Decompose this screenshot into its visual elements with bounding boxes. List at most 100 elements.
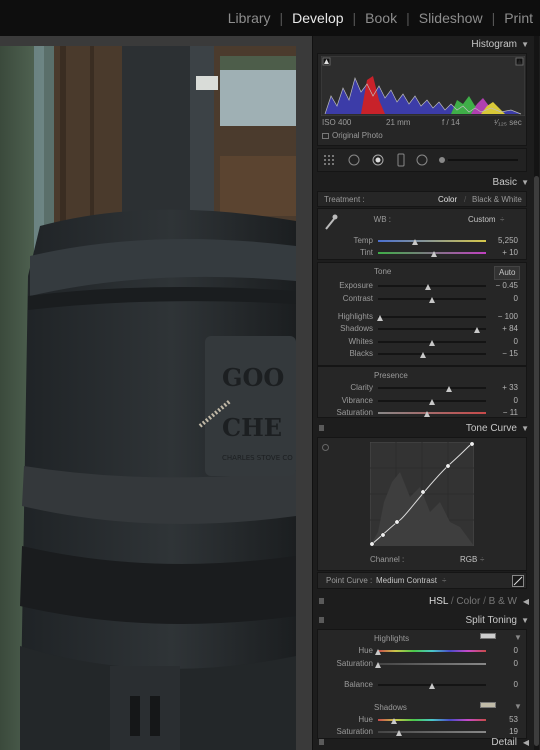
slider-value[interactable]: 0 [488, 396, 518, 406]
shadows-menu-triangle-icon[interactable]: ▼ [514, 702, 522, 712]
exif-aperture: f / 14 [442, 118, 460, 127]
highlights-menu-triangle-icon[interactable]: ▼ [514, 633, 522, 643]
slider-label: Exposure [339, 281, 373, 290]
slider-value[interactable]: 0 [488, 337, 518, 347]
red-eye-tool[interactable] [377, 152, 397, 168]
module-separator: | [491, 10, 496, 26]
slider-value[interactable]: + 10 [488, 248, 518, 258]
module-picker: Library | Develop | Book | Slideshow | P… [227, 10, 534, 26]
module-develop[interactable]: Develop [291, 10, 344, 26]
slider-value[interactable]: + 33 [488, 383, 518, 393]
highlights-color-swatch[interactable] [480, 633, 496, 639]
slider-track[interactable] [378, 316, 486, 318]
slider-handle[interactable] [446, 386, 453, 392]
slider-track[interactable] [378, 328, 486, 330]
hsl-separator: / [450, 596, 454, 607]
radial-filter-tool[interactable] [421, 152, 441, 168]
slider-track[interactable] [378, 650, 486, 652]
hsl-header[interactable]: HSL / Color / B & W ◀ [317, 593, 531, 610]
presence-label: Presence [374, 371, 408, 380]
slider-handle[interactable] [411, 239, 418, 245]
slider-label: Clarity [350, 383, 373, 392]
slider-track[interactable] [378, 353, 486, 355]
slider-handle[interactable] [391, 718, 398, 724]
slider-handle[interactable] [429, 340, 435, 346]
slider-track[interactable] [378, 387, 486, 389]
channel-dropdown[interactable]: RGB [460, 555, 477, 565]
slider-handle[interactable] [431, 251, 438, 257]
module-print[interactable]: Print [503, 10, 534, 26]
slider-label: Temp [353, 236, 373, 245]
slider-track[interactable] [378, 412, 486, 414]
slider-handle[interactable] [429, 399, 435, 405]
collapse-triangle-icon[interactable]: ▼ [521, 174, 529, 191]
tone-curve-header[interactable]: Tone Curve ▼ [317, 420, 531, 437]
slider-handle[interactable] [429, 683, 435, 689]
slider-handle[interactable] [420, 352, 427, 358]
photo-preview[interactable]: GOO CHE CHARLES STOVE CO [0, 46, 296, 750]
shadows-color-swatch[interactable] [480, 702, 496, 708]
collapse-triangle-icon[interactable]: ▼ [521, 36, 529, 53]
clarity-slider-row: Clarity + 33 [318, 383, 528, 395]
treatment-color-button[interactable]: Color [438, 195, 457, 205]
slider-value[interactable]: − 11 [488, 408, 518, 418]
module-slideshow[interactable]: Slideshow [418, 10, 484, 26]
point-curve-dropdown[interactable]: Medium Contrast [376, 576, 437, 586]
tone-curve-graph[interactable] [370, 442, 474, 546]
tone-curve-section: Channel : RGB ÷ [317, 437, 527, 571]
module-library[interactable]: Library [227, 10, 272, 26]
slider-value[interactable]: 0 [488, 646, 518, 656]
color-tab[interactable]: Color [456, 596, 480, 607]
slider-track[interactable] [378, 731, 486, 733]
slider-handle[interactable] [377, 315, 384, 321]
slider-track[interactable] [378, 240, 486, 242]
panel-scrollbar-thumb[interactable] [534, 176, 539, 746]
panel-switch-icon[interactable] [319, 425, 324, 431]
treatment-label: Treatment : [324, 195, 365, 204]
slider-handle[interactable] [375, 662, 381, 668]
panel-switch-icon[interactable] [319, 739, 324, 745]
basic-header[interactable]: Basic ▼ [317, 174, 531, 191]
bw-tab[interactable]: B & W [489, 596, 517, 607]
highlights-slider-row: Highlights − 100 [318, 312, 528, 324]
slider-value[interactable]: 0 [488, 294, 518, 304]
graduated-filter-tool[interactable] [399, 152, 417, 168]
slider-value[interactable]: 5,250 [488, 236, 518, 246]
slider-value[interactable]: 0 [488, 659, 518, 669]
slider-value[interactable]: − 15 [488, 349, 518, 359]
collapse-triangle-icon[interactable]: ▼ [521, 612, 529, 629]
slider-handle[interactable] [429, 297, 435, 303]
image-canvas[interactable]: GOO CHE CHARLES STOVE CO [0, 36, 312, 750]
auto-tone-button[interactable]: Auto [494, 266, 521, 280]
expand-triangle-icon[interactable]: ◀ [523, 593, 529, 610]
slider-value[interactable]: 0 [488, 680, 518, 690]
slider-track[interactable] [378, 663, 486, 665]
treatment-bw-button[interactable]: Black & White [472, 195, 522, 205]
slider-value[interactable]: 53 [488, 715, 518, 725]
split-toning-header[interactable]: Split Toning ▼ [317, 612, 531, 629]
slider-value[interactable]: + 84 [488, 324, 518, 334]
slider-value[interactable]: − 0.45 [488, 281, 518, 291]
expand-triangle-icon[interactable]: ◀ [523, 734, 529, 750]
targeted-adjustment-icon[interactable] [322, 444, 329, 451]
adjustment-brush-tool[interactable] [443, 152, 523, 168]
wb-dropdown[interactable]: Custom [468, 215, 496, 225]
module-book[interactable]: Book [364, 10, 398, 26]
slider-handle[interactable] [423, 411, 430, 417]
point-curve-edit-icon[interactable] [512, 575, 524, 587]
slider-handle[interactable] [474, 327, 481, 333]
crop-overlay-tool[interactable] [329, 152, 351, 168]
histogram-header[interactable]: Histogram ▼ [317, 36, 531, 53]
hsl-tab[interactable]: HSL [429, 596, 448, 607]
slider-track[interactable] [378, 285, 486, 287]
slider-handle[interactable] [375, 649, 381, 655]
detail-header[interactable]: Detail ◀ [317, 734, 531, 750]
slider-handle[interactable] [424, 284, 431, 290]
panel-switch-icon[interactable] [319, 598, 324, 604]
slider-value[interactable]: − 100 [488, 312, 518, 322]
panel-switch-icon[interactable] [319, 617, 324, 623]
collapse-triangle-icon[interactable]: ▼ [521, 420, 529, 437]
highlights-label: Highlights [374, 634, 410, 643]
spot-removal-tool[interactable] [353, 152, 373, 168]
white-balance-section: WB : Custom ÷ Temp 5,250 Tint + 10 [317, 208, 527, 260]
